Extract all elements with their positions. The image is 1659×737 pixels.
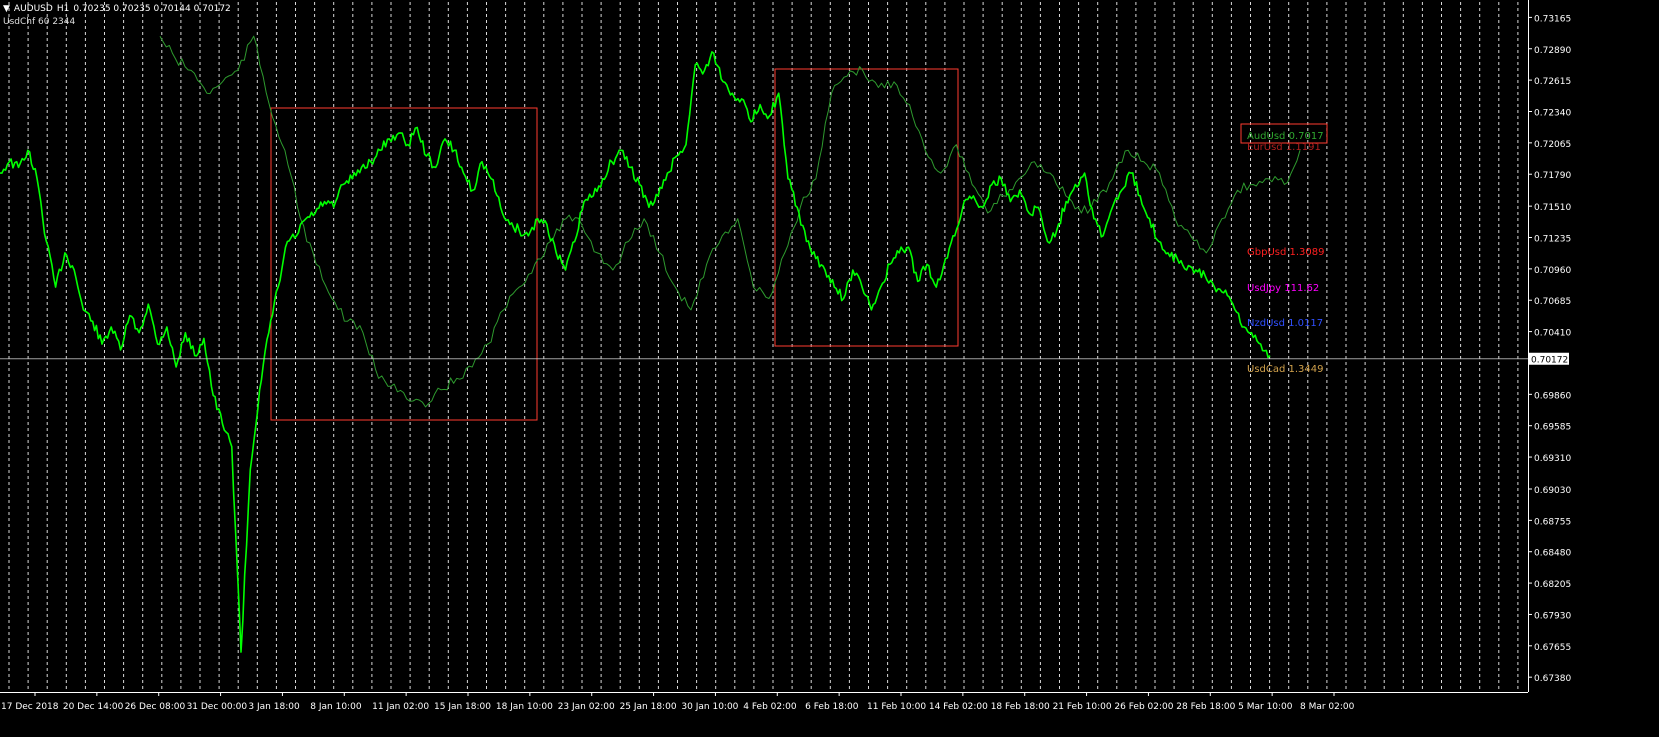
time-tick-label: 8 Mar 02:00 — [1300, 702, 1355, 712]
pair-label: NzdUsd 1.0117 — [1247, 318, 1323, 329]
price-tick-label: 0.69585 — [1534, 423, 1571, 433]
ohlc-values: 0.70235 0.70235 0.70144 0.70172 — [73, 4, 231, 14]
price-tick-label: 0.72065 — [1534, 140, 1571, 150]
price-tick-label: 0.69860 — [1534, 391, 1571, 401]
pair-label: GbpUsd 1.3089 — [1247, 247, 1325, 258]
price-tick-label: 0.70960 — [1534, 266, 1571, 276]
pair-label: AudUsd 0.7017 — [1247, 131, 1324, 142]
price-tick-label: 0.67930 — [1534, 611, 1571, 621]
price-tick-label: 0.71235 — [1534, 235, 1571, 245]
indicator-label: UsdChf 60 2344 — [3, 17, 76, 27]
symbol-name: AUDUSD — [13, 4, 53, 14]
pair-label: EurUsd 1.1191 — [1247, 142, 1321, 153]
price-tick-label: 0.71510 — [1534, 203, 1571, 213]
time-tick-label: 30 Jan 10:00 — [681, 702, 738, 712]
time-tick-label: 26 Dec 08:00 — [125, 702, 186, 712]
time-tick-label: 15 Jan 18:00 — [434, 702, 491, 712]
time-tick-label: 23 Jan 02:00 — [558, 702, 615, 712]
chart-window[interactable]: 0.73165 0.72890 0.72615 0.72340 0.72065 0.717… — [0, 0, 1659, 733]
indicator-header: UsdChf 60 2344 — [3, 17, 75, 27]
price-tick-label: 0.72340 — [1534, 108, 1571, 118]
time-tick-label: 28 Feb 18:00 — [1176, 702, 1235, 712]
time-tick-label: 18 Feb 18:00 — [991, 702, 1050, 712]
price-tick-label: 0.70685 — [1534, 297, 1571, 307]
time-tick-label: 14 Feb 02:00 — [929, 702, 988, 712]
price-tick-label: 0.70410 — [1534, 329, 1571, 339]
time-tick-label: 8 Jan 10:00 — [310, 702, 362, 712]
time-tick-label: 20 Dec 14:00 — [63, 702, 124, 712]
price-chart[interactable]: 0.73165 0.72890 0.72615 0.72340 0.72065 0.717… — [0, 0, 1659, 733]
price-tick-label: 0.67380 — [1534, 674, 1571, 684]
time-tick-label: 25 Jan 18:00 — [620, 702, 677, 712]
time-tick-label: 5 Mar 10:00 — [1238, 702, 1293, 712]
time-tick-label: 18 Jan 10:00 — [496, 702, 553, 712]
time-tick-label: 31 Dec 00:00 — [187, 702, 248, 712]
menu-icon[interactable]: ▼ — [3, 4, 10, 14]
time-tick-label: 17 Dec 2018 — [1, 702, 59, 712]
price-tick-label: 0.72890 — [1534, 46, 1571, 56]
time-tick-label: 26 Feb 02:00 — [1114, 702, 1173, 712]
time-tick-label: 3 Jan 18:00 — [248, 702, 300, 712]
current-price-label: 0.70172 — [1531, 356, 1568, 366]
pair-label: UsdJpy 111.62 — [1247, 283, 1319, 294]
time-tick-label: 4 Feb 02:00 — [743, 702, 797, 712]
time-tick-label: 6 Feb 18:00 — [805, 702, 859, 712]
pair-label: UsdCad 1.3449 — [1247, 364, 1324, 375]
price-tick-label: 0.73165 — [1534, 14, 1571, 24]
time-tick-label: 21 Feb 10:00 — [1053, 702, 1112, 712]
price-tick-label: 0.67655 — [1534, 643, 1571, 653]
price-tick-label: 0.68755 — [1534, 517, 1571, 527]
price-tick-label: 0.72615 — [1534, 77, 1571, 87]
price-tick-label: 0.69030 — [1534, 486, 1571, 496]
time-tick-label: 11 Feb 10:00 — [867, 702, 926, 712]
chart-header: ▼ AUDUSD H1 0.70235 0.70235 0.70144 0.70172 — [3, 4, 235, 14]
price-tick-label: 0.69310 — [1534, 454, 1571, 464]
price-tick-label: 0.68480 — [1534, 549, 1571, 559]
price-tick-label: 0.71790 — [1534, 171, 1571, 181]
price-tick-label: 0.68205 — [1534, 580, 1571, 590]
timeframe: H1 — [56, 4, 70, 14]
time-tick-label: 11 Jan 02:00 — [372, 702, 429, 712]
